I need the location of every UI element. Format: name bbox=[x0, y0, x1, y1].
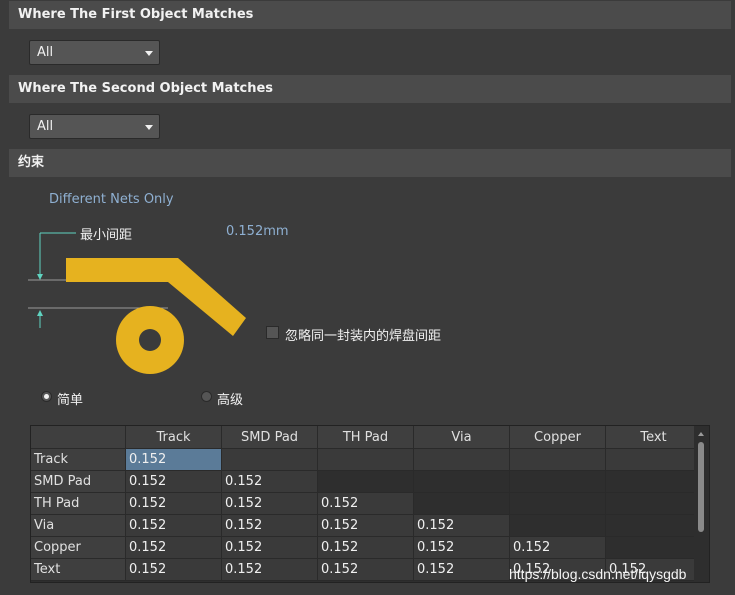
grid-cell[interactable]: 0.152 bbox=[317, 514, 414, 537]
column-header-copper[interactable]: Copper bbox=[509, 426, 606, 449]
grid-corner bbox=[31, 426, 126, 449]
column-header-track[interactable]: Track bbox=[125, 426, 222, 449]
grid-cell[interactable]: 0.152 bbox=[317, 492, 414, 515]
grid-cell[interactable]: 0.152 bbox=[413, 558, 510, 581]
grid-cell[interactable]: 0.152 bbox=[221, 470, 318, 493]
grid-cell[interactable]: 0.152 bbox=[125, 448, 222, 471]
ignore-pads-label: 忽略同一封装内的焊盘间距 bbox=[285, 329, 442, 344]
clearance-grid: Track SMD Pad TH Pad Via Copper Text Tra… bbox=[30, 425, 710, 583]
row-header-via[interactable]: Via bbox=[31, 514, 126, 537]
grid-cell bbox=[509, 492, 606, 515]
grid-cell bbox=[413, 448, 510, 471]
second-object-header: Where The Second Object Matches bbox=[9, 75, 731, 103]
column-header-via[interactable]: Via bbox=[413, 426, 510, 449]
grid-cell bbox=[509, 448, 606, 471]
mode-simple-radio[interactable] bbox=[41, 391, 52, 402]
grid-cell[interactable]: 0.152 bbox=[413, 514, 510, 537]
chevron-down-icon bbox=[145, 51, 153, 56]
grid-cell bbox=[317, 448, 414, 471]
column-header-th-pad[interactable]: TH Pad bbox=[317, 426, 414, 449]
mode-advanced-label: 高级 bbox=[217, 393, 244, 408]
grid-cell bbox=[221, 448, 318, 471]
scroll-up-icon[interactable] bbox=[698, 432, 704, 436]
clearance-diagram bbox=[28, 232, 246, 374]
grid-cell bbox=[509, 470, 606, 493]
row-header-th-pad[interactable]: TH Pad bbox=[31, 492, 126, 515]
constraints-header: 约束 bbox=[9, 149, 731, 177]
grid-cell[interactable]: 0.152 bbox=[221, 536, 318, 559]
grid-cell bbox=[605, 448, 702, 471]
grid-cell bbox=[509, 514, 606, 537]
grid-cell[interactable]: 0.152 bbox=[125, 492, 222, 515]
chevron-down-icon bbox=[145, 125, 153, 130]
grid-cell bbox=[605, 492, 702, 515]
grid-cell bbox=[605, 536, 702, 559]
grid-cell[interactable]: 0.152 bbox=[509, 536, 606, 559]
watermark-text: https://blog.csdn.net/lqysgdb bbox=[509, 566, 687, 582]
scrollbar-thumb[interactable] bbox=[698, 442, 704, 532]
mode-advanced-radio[interactable] bbox=[201, 391, 212, 402]
first-object-select[interactable]: All bbox=[29, 40, 160, 65]
dimension-arrow-down bbox=[37, 274, 43, 280]
grid-cell[interactable]: 0.152 bbox=[221, 492, 318, 515]
column-header-text[interactable]: Text bbox=[605, 426, 702, 449]
ignore-pads-checkbox[interactable] bbox=[266, 326, 279, 339]
grid-cell[interactable]: 0.152 bbox=[125, 470, 222, 493]
grid-cell bbox=[413, 492, 510, 515]
mode-simple-label: 简单 bbox=[57, 393, 84, 408]
net-scope-label[interactable]: Different Nets Only bbox=[49, 192, 174, 207]
pad-hole bbox=[139, 329, 161, 351]
grid-scrollbar[interactable] bbox=[694, 426, 709, 582]
grid-cell[interactable]: 0.152 bbox=[125, 514, 222, 537]
row-header-copper[interactable]: Copper bbox=[31, 536, 126, 559]
row-header-smd-pad[interactable]: SMD Pad bbox=[31, 470, 126, 493]
first-object-select-value: All bbox=[37, 45, 54, 60]
grid-cell[interactable]: 0.152 bbox=[413, 536, 510, 559]
first-object-header: Where The First Object Matches bbox=[9, 1, 731, 29]
row-header-text[interactable]: Text bbox=[31, 558, 126, 581]
grid-cell[interactable]: 0.152 bbox=[221, 514, 318, 537]
grid-cell[interactable]: 0.152 bbox=[125, 558, 222, 581]
grid-cell bbox=[605, 514, 702, 537]
grid-cell[interactable]: 0.152 bbox=[221, 558, 318, 581]
column-header-smd-pad[interactable]: SMD Pad bbox=[221, 426, 318, 449]
second-object-select[interactable]: All bbox=[29, 114, 160, 139]
grid-cell bbox=[413, 470, 510, 493]
grid-cell bbox=[317, 470, 414, 493]
grid-cell bbox=[605, 470, 702, 493]
dimension-arrow-up bbox=[37, 310, 43, 316]
grid-cell[interactable]: 0.152 bbox=[317, 558, 414, 581]
grid-cell[interactable]: 0.152 bbox=[125, 536, 222, 559]
row-header-track[interactable]: Track bbox=[31, 448, 126, 471]
grid-cell[interactable]: 0.152 bbox=[317, 536, 414, 559]
clearance-table: Track SMD Pad TH Pad Via Copper Text Tra… bbox=[31, 426, 702, 581]
second-object-select-value: All bbox=[37, 119, 54, 134]
